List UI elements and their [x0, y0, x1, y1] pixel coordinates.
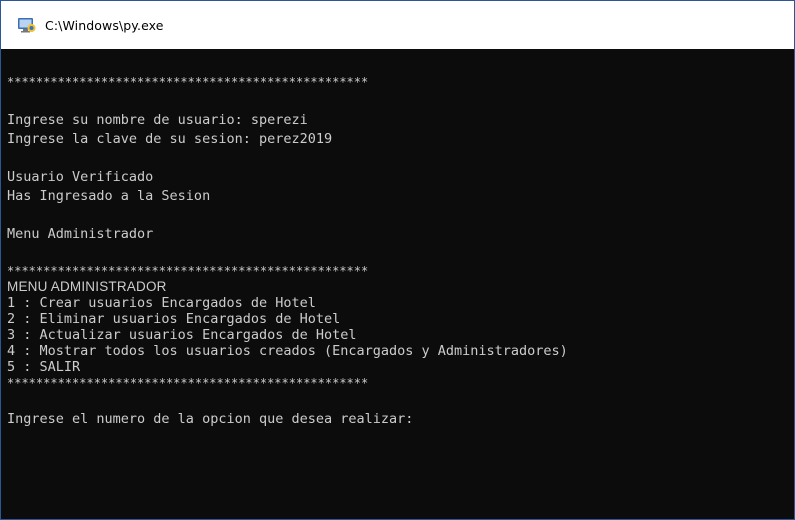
console-output[interactable]: ****************************************… — [1, 49, 794, 519]
python-app-icon — [18, 18, 36, 33]
menu-option-3: 3 : Actualizar usuarios Encargados de Ho… — [7, 327, 357, 343]
separator-stars-top: ****************************************… — [7, 75, 369, 89]
separator-stars-mid: ****************************************… — [7, 264, 369, 278]
session-message: Has Ingresado a la Sesion — [7, 188, 211, 204]
menu-option-1: 1 : Crear usuarios Encargados de Hotel — [7, 295, 316, 311]
verified-message: Usuario Verificado — [7, 169, 154, 185]
title-bar[interactable]: C:\Windows\py.exe — [1, 1, 794, 49]
menu-option-2: 2 : Eliminar usuarios Encargados de Hote… — [7, 311, 341, 327]
menu-heading: MENU ADMINISTRADOR — [7, 279, 167, 294]
menu-admin-label: Menu Administrador — [7, 226, 154, 242]
window-title: C:\Windows\py.exe — [45, 17, 164, 33]
console-window: C:\Windows\py.exe **********************… — [0, 0, 795, 520]
menu-option-5: 5 : SALIR — [7, 359, 81, 375]
option-prompt: Ingrese el numero de la opcion que desea… — [7, 411, 414, 427]
password-prompt: Ingrese la clave de su sesion: perez2019 — [7, 131, 333, 147]
separator-stars-bottom: ****************************************… — [7, 376, 369, 390]
menu-option-4: 4 : Mostrar todos los usuarios creados (… — [7, 343, 568, 359]
username-prompt: Ingrese su nombre de usuario: sperezi — [7, 112, 308, 128]
